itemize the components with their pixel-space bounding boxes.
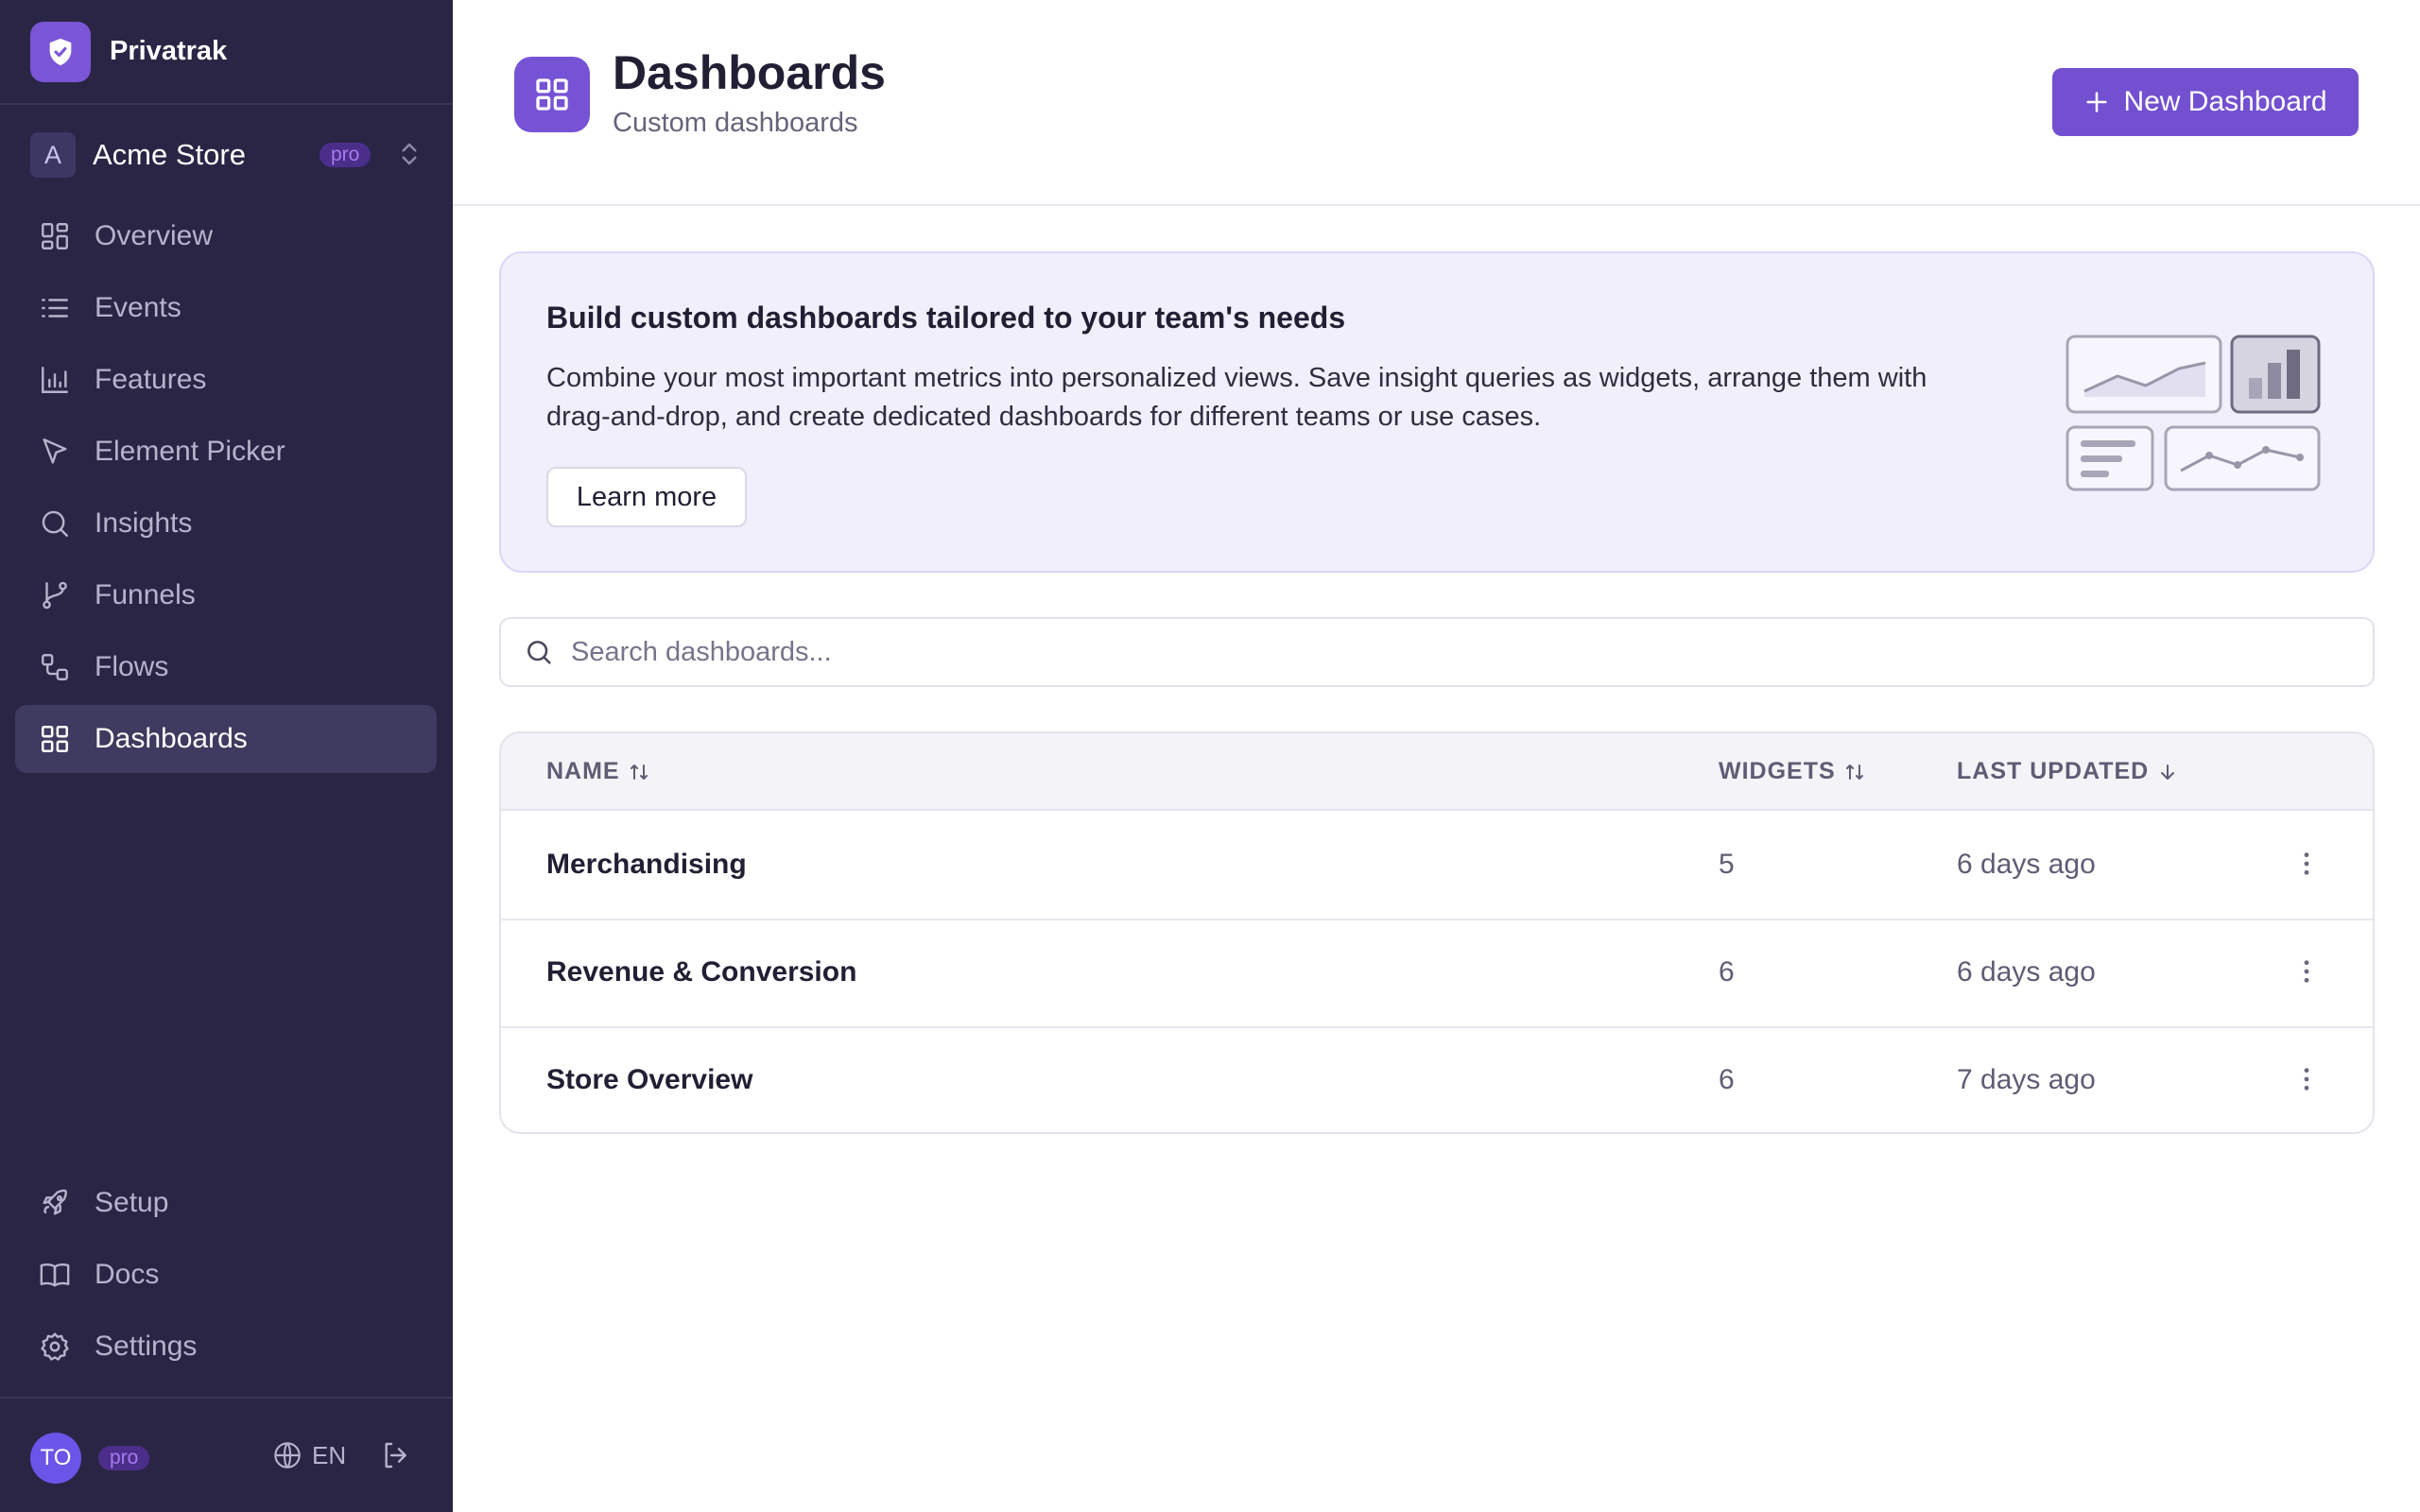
column-header-name[interactable]: NAME bbox=[546, 758, 650, 785]
sidebar-item-overview[interactable]: Overview bbox=[15, 202, 437, 270]
more-vertical-icon[interactable] bbox=[2291, 1064, 2322, 1099]
more-vertical-icon[interactable] bbox=[2291, 849, 2322, 884]
sidebar-item-label: Events bbox=[95, 292, 182, 323]
sidebar-item-label: Overview bbox=[95, 220, 214, 251]
search-icon bbox=[527, 641, 551, 664]
table-header: NAME WIDGETS LAST UPDATED bbox=[501, 733, 2373, 811]
new-dashboard-button[interactable]: New Dashboard bbox=[2052, 68, 2359, 136]
last-updated: 7 days ago bbox=[1957, 1064, 2096, 1095]
gear-icon bbox=[38, 1330, 72, 1364]
user-plan-badge: pro bbox=[98, 1446, 150, 1470]
sidebar-item-label: Funnels bbox=[95, 579, 196, 610]
book-icon bbox=[38, 1258, 72, 1292]
chevron-up-down-icon bbox=[395, 140, 424, 173]
more-vertical-icon[interactable] bbox=[2291, 956, 2322, 991]
brand-name: Privatrak bbox=[110, 36, 228, 66]
sidebar-item-label: Docs bbox=[95, 1259, 160, 1290]
list-icon bbox=[38, 291, 72, 325]
sidebar-bottom-nav: Setup Docs Settings bbox=[15, 1169, 437, 1384]
table-row[interactable]: Merchandising 5 6 days ago bbox=[501, 813, 2373, 920]
info-banner: Build custom dashboards tailored to your… bbox=[499, 251, 2375, 573]
logout-button[interactable] bbox=[380, 1440, 410, 1475]
user-avatar[interactable]: TO bbox=[30, 1433, 81, 1484]
workspace-avatar: A bbox=[30, 132, 76, 178]
page-header: Dashboards Custom dashboards New Dashboa… bbox=[453, 0, 2420, 206]
search-bar bbox=[499, 617, 2375, 687]
search-icon bbox=[38, 507, 72, 541]
sidebar-item-label: Insights bbox=[95, 507, 193, 539]
new-dashboard-label: New Dashboard bbox=[2123, 86, 2327, 117]
sidebar-item-element-picker[interactable]: Element Picker bbox=[15, 418, 437, 486]
grid-icon bbox=[38, 722, 72, 756]
dashboard-name[interactable]: Revenue & Conversion bbox=[546, 956, 856, 988]
learn-more-button[interactable]: Learn more bbox=[546, 467, 747, 527]
arrow-down-icon bbox=[2156, 761, 2179, 783]
brand-header: Privatrak bbox=[0, 0, 453, 105]
bar-chart-icon bbox=[38, 363, 72, 397]
dashboards-table: NAME WIDGETS LAST UPDATED Merchandising … bbox=[499, 731, 2375, 1134]
widget-count: 6 bbox=[1719, 1064, 1735, 1095]
language-label: EN bbox=[312, 1440, 347, 1469]
sidebar-item-label: Element Picker bbox=[95, 436, 285, 467]
sidebar-nav: Overview Events Features Element Picker … bbox=[15, 202, 437, 777]
sidebar-item-label: Setup bbox=[95, 1187, 169, 1218]
sidebar-item-label: Settings bbox=[95, 1331, 198, 1362]
dashboard-name[interactable]: Store Overview bbox=[546, 1064, 752, 1096]
sidebar-item-features[interactable]: Features bbox=[15, 346, 437, 414]
globe-icon bbox=[274, 1442, 301, 1469]
branch-icon bbox=[38, 578, 72, 612]
sidebar-item-funnels[interactable]: Funnels bbox=[15, 561, 437, 629]
workspace-plan-badge: pro bbox=[320, 143, 372, 167]
column-header-last-updated[interactable]: LAST UPDATED bbox=[1957, 758, 2179, 785]
sidebar-item-dashboards[interactable]: Dashboards bbox=[15, 705, 437, 773]
page-subtitle: Custom dashboards bbox=[613, 108, 858, 138]
shield-check-icon bbox=[30, 21, 91, 82]
table-row[interactable]: Store Overview 6 7 days ago bbox=[501, 1028, 2373, 1132]
widget-count: 6 bbox=[1719, 956, 1735, 988]
plus-icon bbox=[2086, 92, 2108, 112]
banner-title: Build custom dashboards tailored to your… bbox=[546, 301, 1346, 335]
logout-icon bbox=[385, 1442, 406, 1469]
sidebar-footer: TO pro EN bbox=[0, 1397, 453, 1512]
sort-icon bbox=[628, 761, 650, 783]
main-content: Dashboards Custom dashboards New Dashboa… bbox=[453, 0, 2420, 1512]
sidebar-item-label: Dashboards bbox=[95, 723, 248, 754]
language-switcher[interactable]: EN bbox=[272, 1440, 346, 1470]
search-input[interactable] bbox=[571, 636, 2348, 668]
column-label: WIDGETS bbox=[1719, 758, 1836, 784]
dashboard-name[interactable]: Merchandising bbox=[546, 849, 747, 881]
sidebar: Privatrak A Acme Store pro Overview Even… bbox=[0, 0, 453, 1512]
sort-icon bbox=[1843, 761, 1866, 783]
rocket-icon bbox=[38, 1186, 72, 1220]
column-label: LAST UPDATED bbox=[1957, 758, 2150, 784]
sidebar-item-flows[interactable]: Flows bbox=[15, 633, 437, 701]
workspace-switcher[interactable]: A Acme Store pro bbox=[30, 132, 427, 178]
sidebar-item-label: Features bbox=[95, 364, 207, 395]
sidebar-item-docs[interactable]: Docs bbox=[15, 1241, 437, 1309]
cursor-icon bbox=[38, 435, 72, 469]
sidebar-item-setup[interactable]: Setup bbox=[15, 1169, 437, 1237]
grid-icon bbox=[38, 219, 72, 253]
sidebar-item-label: Flows bbox=[95, 651, 169, 682]
dashboard-illustration-icon bbox=[2066, 335, 2323, 498]
sidebar-item-events[interactable]: Events bbox=[15, 274, 437, 342]
last-updated: 6 days ago bbox=[1957, 956, 2096, 988]
column-header-widgets[interactable]: WIDGETS bbox=[1719, 758, 1866, 785]
last-updated: 6 days ago bbox=[1957, 849, 2096, 880]
sidebar-item-settings[interactable]: Settings bbox=[15, 1313, 437, 1381]
table-row[interactable]: Revenue & Conversion 6 6 days ago bbox=[501, 920, 2373, 1028]
column-label: NAME bbox=[546, 758, 620, 784]
flow-icon bbox=[38, 650, 72, 684]
workspace-name: Acme Store bbox=[93, 138, 246, 171]
widget-count: 5 bbox=[1719, 849, 1735, 880]
page-title: Dashboards bbox=[613, 46, 886, 99]
sidebar-item-insights[interactable]: Insights bbox=[15, 490, 437, 558]
dashboard-grid-icon bbox=[514, 57, 590, 132]
banner-text: Combine your most important metrics into… bbox=[546, 363, 1927, 432]
